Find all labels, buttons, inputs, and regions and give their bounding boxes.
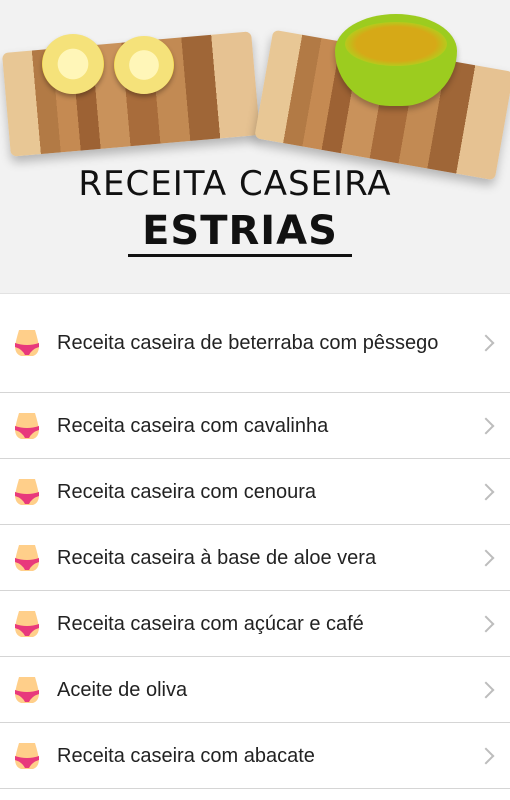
list-item[interactable]: Receita caseira à base de aloe vera bbox=[0, 525, 510, 591]
lemon-half bbox=[114, 36, 174, 94]
list-item-label: Aceite de oliva bbox=[57, 678, 188, 701]
recipe-list: Receita caseira de beterraba com pêssego… bbox=[0, 293, 510, 789]
body-icon bbox=[15, 610, 39, 637]
list-item[interactable]: Receita caseira com cavalinha bbox=[0, 393, 510, 459]
list-item-label: Receita caseira com cavalinha bbox=[57, 414, 329, 437]
body-icon bbox=[15, 412, 39, 439]
body-icon bbox=[15, 330, 39, 356]
chevron-right-icon bbox=[477, 549, 495, 566]
chevron-right-icon bbox=[477, 334, 495, 352]
list-item[interactable]: Receita caseira de beterraba com pêssego bbox=[0, 294, 510, 393]
list-item[interactable]: Receita caseira com cenoura bbox=[0, 459, 510, 525]
list-item-label: Receita caseira de beterraba com pêssego bbox=[57, 332, 439, 354]
list-item[interactable]: Receita caseira com abacate bbox=[0, 723, 510, 789]
body-icon bbox=[15, 676, 39, 703]
body-icon bbox=[15, 742, 39, 769]
chevron-right-icon bbox=[477, 681, 495, 698]
banner-title: RECEITA CASEIRA bbox=[78, 164, 392, 204]
body-icon bbox=[15, 478, 39, 505]
chevron-right-icon bbox=[477, 747, 495, 764]
body-icon bbox=[15, 544, 39, 571]
chevron-right-icon bbox=[477, 483, 495, 500]
chevron-right-icon bbox=[477, 417, 495, 434]
chevron-right-icon bbox=[477, 615, 495, 632]
list-item[interactable]: Receita caseira com açúcar e café bbox=[0, 591, 510, 657]
list-item-label: Receita caseira com abacate bbox=[57, 744, 315, 767]
list-item[interactable]: Aceite de oliva bbox=[0, 657, 510, 723]
header-banner-image: RECEITA CASEIRA ESTRIAS bbox=[0, 0, 510, 293]
list-item-label: Receita caseira com cenoura bbox=[57, 480, 317, 503]
list-item-label: Receita caseira à base de aloe vera bbox=[57, 546, 377, 569]
lemon-half bbox=[42, 34, 104, 94]
banner-subtitle: ESTRIAS bbox=[128, 208, 352, 257]
list-item-label: Receita caseira com açúcar e café bbox=[57, 612, 364, 635]
